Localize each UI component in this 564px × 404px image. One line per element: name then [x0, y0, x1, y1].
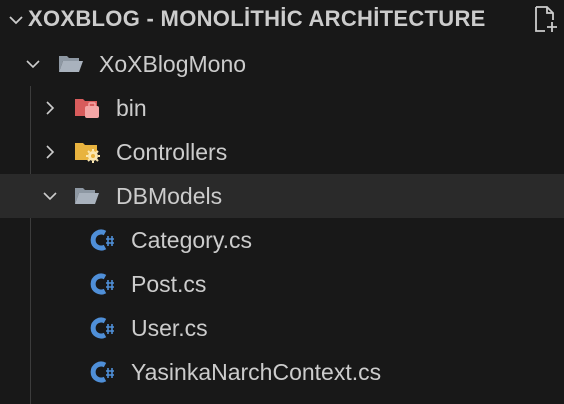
tree-file-user[interactable]: User.cs [0, 306, 564, 350]
chevron-down-icon[interactable] [8, 12, 24, 28]
folder-bin-icon [75, 99, 99, 118]
csharp-file-icon [90, 317, 114, 339]
explorer-header[interactable]: XOXBLOG - MONOLİTHİC ARCHİTECTURE [0, 0, 564, 40]
folder-open-icon [75, 188, 99, 204]
new-file-icon[interactable] [530, 4, 560, 34]
workspace-title: XOXBLOG - MONOLİTHİC ARCHİTECTURE [28, 6, 486, 31]
folder-open-icon [59, 56, 83, 72]
chevron-down-icon[interactable] [42, 188, 58, 204]
tree-file-post[interactable]: Post.cs [0, 262, 564, 306]
tree-item-bin[interactable]: bin [0, 86, 564, 130]
tree-item-label: Controllers [116, 139, 228, 165]
tree-item-root-folder[interactable]: XoXBlogMono [0, 42, 564, 86]
chevron-right-icon[interactable] [42, 100, 58, 116]
tree-item-label: XoXBlogMono [99, 51, 247, 77]
tree-item-label: Post.cs [131, 271, 207, 297]
tree-item-label: User.cs [131, 315, 208, 341]
csharp-file-icon [90, 361, 114, 383]
tree-item-label: YasinkaNarchContext.cs [131, 359, 382, 385]
file-explorer: XOXBLOG - MONOLİTHİC ARCHİTECTURE XoXBlo… [0, 0, 564, 404]
tree-file-category[interactable]: Category.cs [0, 218, 564, 262]
tree-item-dbmodels[interactable]: DBModels [0, 174, 564, 218]
tree-item-controllers[interactable]: Controllers [0, 130, 564, 174]
chevron-down-icon[interactable] [25, 56, 41, 72]
tree-item-label: bin [116, 95, 147, 121]
csharp-file-icon [90, 229, 114, 251]
csharp-file-icon [90, 273, 114, 295]
chevron-right-icon[interactable] [42, 144, 58, 160]
tree-item-label: DBModels [116, 183, 223, 209]
tree-file-context[interactable]: YasinkaNarchContext.cs [0, 350, 564, 394]
folder-controllers-icon [75, 143, 100, 163]
tree-item-label: Category.cs [131, 227, 253, 253]
